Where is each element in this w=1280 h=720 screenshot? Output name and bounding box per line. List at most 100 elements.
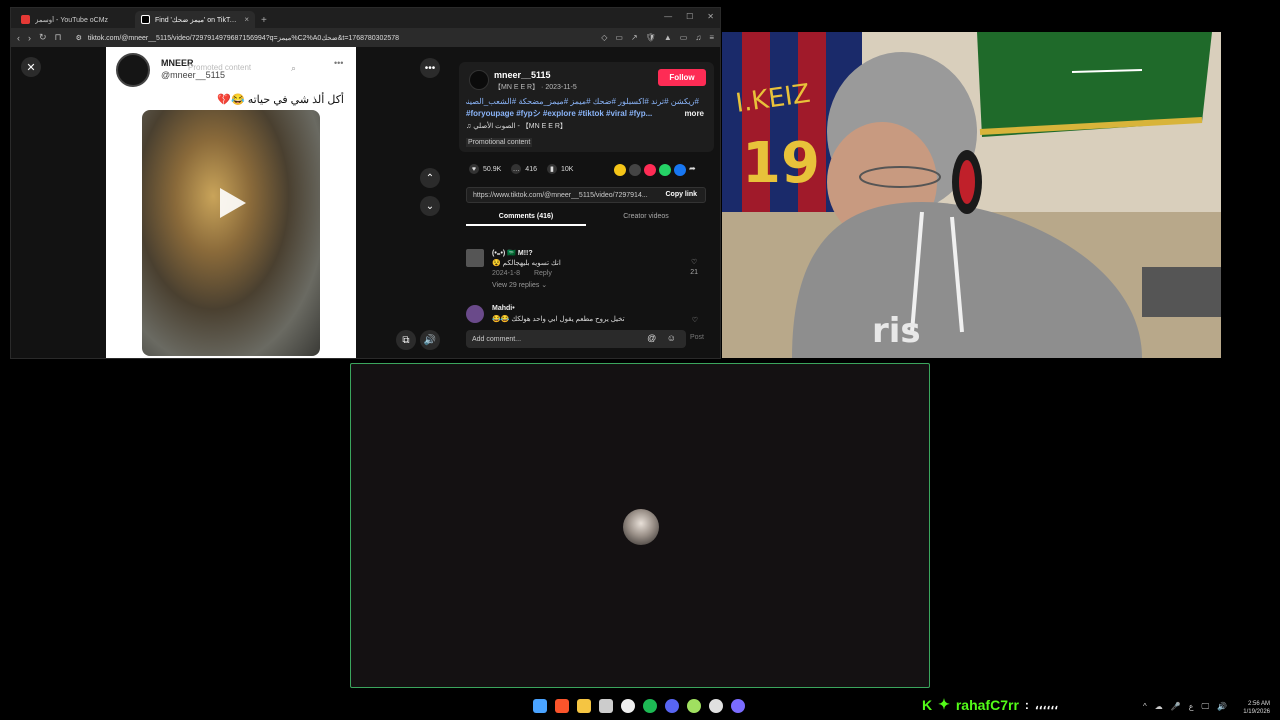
steam-icon[interactable] [621, 699, 635, 713]
volume-icon[interactable]: 🔊 [1217, 702, 1227, 712]
sidebar-icon[interactable]: ▭ [680, 33, 688, 42]
desktop: أوسمز - YouTube oCMz Find 'ميمز ضحك' on … [0, 0, 1280, 720]
tab-tiktok[interactable]: Find 'ميمز ضحك' on TikTok | Tik × [135, 11, 255, 28]
obs-icon[interactable] [709, 699, 723, 713]
site-info-icon[interactable]: ⚙ [76, 34, 82, 42]
minimize-button[interactable]: — [664, 12, 672, 21]
network-icon[interactable]: 🖵 [1202, 702, 1210, 712]
comment-placeholder: Add comment... [472, 335, 522, 343]
commenter-name[interactable]: (•₌•) 🇸🇦 M!!? [492, 249, 533, 257]
tiktok-page: ✕ MNEER Promoted content @mneer__5115 ⌕ … [11, 47, 720, 358]
rewards-icon[interactable]: ▲ [664, 33, 672, 42]
microphone-icon[interactable]: 🎤 [1171, 702, 1181, 712]
comment-like[interactable]: ♡ [692, 316, 698, 326]
address-bar[interactable]: ⚙ tiktok.com/@mneer__5115/video/72979149… [70, 30, 594, 45]
search-icon[interactable]: ⌕ [291, 63, 296, 74]
share-icon[interactable]: ↗ [631, 33, 638, 42]
calendar-icon[interactable] [599, 699, 613, 713]
comment-like[interactable]: ♡ 21 [690, 258, 698, 278]
reply-button[interactable]: Reply [534, 270, 552, 277]
view-replies-button[interactable]: View 29 replies ⌄ [492, 281, 547, 289]
follow-button[interactable]: Follow [658, 69, 706, 86]
volume-icon[interactable]: 🔊 [420, 330, 440, 350]
bookmark-icon[interactable]: ⊓ [55, 32, 62, 43]
hashtags-english[interactable]: #foryoupage #fypシ #explore #tiktok #vira… [466, 108, 652, 119]
next-video-button[interactable]: ⌄ [420, 196, 440, 216]
forward-icon[interactable]: ➦ [689, 164, 696, 176]
facebook-icon[interactable] [674, 164, 686, 176]
menu-icon[interactable]: ≡ [709, 33, 714, 42]
comment-text: 😂😂 تخيل يروح مطعم يقول ابي واحد هولكك [492, 316, 625, 323]
file-explorer-icon[interactable] [577, 699, 591, 713]
maximize-button[interactable]: ☐ [686, 12, 693, 21]
tab-title: Find 'ميمز ضحك' on TikTok | Tik [155, 16, 239, 24]
creator-avatar[interactable] [116, 53, 150, 87]
post-button[interactable]: Post [690, 334, 704, 341]
author-subline: 【MN E E R】 · 2023-11-5 [494, 84, 577, 91]
brave-icon[interactable] [555, 699, 569, 713]
video-player[interactable] [142, 110, 320, 356]
webcam-image: I.KEIZ 19 ris [722, 32, 1221, 358]
new-tab-button[interactable]: + [255, 15, 273, 28]
options-icon[interactable]: ••• [334, 58, 343, 68]
tab-comments[interactable]: Comments (416) [466, 210, 586, 226]
like-stat[interactable]: ♥ 50.9K [469, 164, 501, 174]
close-window-button[interactable]: ✕ [707, 12, 714, 21]
comment-item: Mahdi• 😂😂 تخيل يروح مطعم يقول ابي واحد ه… [466, 305, 706, 325]
xbox-icon[interactable] [687, 699, 701, 713]
tab-youtube[interactable]: أوسمز - YouTube oCMz [15, 11, 135, 28]
reload-button[interactable]: ↻ [39, 32, 47, 43]
forward-button[interactable]: › [28, 33, 31, 43]
engagement-stats: ♥ 50.9K … 416 ▮ 10K [469, 164, 573, 174]
share-buttons: ➦ [614, 164, 696, 176]
commenter-avatar[interactable] [466, 249, 484, 267]
screenshot-icon[interactable]: ▭ [615, 33, 623, 42]
cloud-icon[interactable]: ☁ [1155, 702, 1163, 712]
commenter-name[interactable]: Mahdi• [492, 305, 515, 312]
media-icon[interactable]: ♫ [695, 33, 701, 42]
video-link[interactable]: https://www.tiktok.com/@mneer__5115/vide… [473, 192, 648, 199]
pip-icon[interactable]: ⧉ [396, 330, 416, 350]
add-comment-input[interactable]: Add comment... @ ☺ [466, 330, 686, 348]
window-controls: — ☐ ✕ [664, 12, 714, 21]
shields-icon[interactable]: 🛡 [646, 33, 656, 42]
close-tab-icon[interactable]: × [244, 15, 249, 24]
send-icon[interactable] [644, 164, 656, 176]
svg-text:19: 19 [742, 131, 820, 196]
embed-icon[interactable] [629, 164, 641, 176]
browser-toolbar: ‹ › ↻ ⊓ ⚙ tiktok.com/@mneer__5115/video/… [11, 28, 720, 47]
start-icon[interactable] [533, 699, 547, 713]
participant-avatar[interactable] [623, 509, 659, 545]
more-options-button[interactable]: ••• [420, 58, 440, 78]
author-avatar[interactable] [469, 70, 489, 90]
back-button[interactable]: ‹ [17, 33, 20, 43]
mention-emoji-icons[interactable]: @ ☺ [647, 333, 680, 343]
music-link[interactable]: ♫ الصوت الأصلي - 【MN E E R】 [466, 121, 567, 131]
more-link[interactable]: more [684, 109, 704, 118]
language-icon[interactable]: ع [1189, 702, 1194, 712]
app-icon[interactable] [731, 699, 745, 713]
discord-icon[interactable] [665, 699, 679, 713]
video-card: MNEER Promoted content @mneer__5115 ⌕ ••… [106, 47, 356, 358]
whatsapp-icon[interactable] [659, 164, 671, 176]
tray-chevron-icon[interactable]: ^ [1143, 702, 1147, 712]
comment-stat[interactable]: … 416 [511, 164, 537, 174]
video-link-box: https://www.tiktok.com/@mneer__5115/vide… [466, 187, 706, 203]
play-icon[interactable] [220, 188, 246, 218]
comment-icon: … [511, 164, 522, 174]
hashtags-arabic[interactable]: #ريكشن #ترند #اكسبلور #ضحك #ميمز #ميمز_م… [466, 97, 699, 106]
tab-creator-videos[interactable]: Creator videos [586, 210, 706, 226]
clock-time: 2:56 AM [1247, 701, 1270, 707]
share-friends-icon[interactable] [614, 164, 626, 176]
taskbar: ^ ☁ 🎤 ع 🖵 🔊 2:56 AM 1/19/2026 [0, 694, 1280, 720]
reader-icon[interactable]: ◇ [601, 33, 607, 42]
copy-link-button[interactable]: Copy link [665, 191, 697, 198]
heart-outline-icon: ♡ [690, 259, 698, 266]
save-stat[interactable]: ▮ 10K [546, 164, 573, 174]
spotify-icon[interactable] [643, 699, 657, 713]
commenter-avatar[interactable] [466, 305, 484, 323]
previous-video-button[interactable]: ⌃ [420, 168, 440, 188]
author-username[interactable]: mneer__5115 [494, 70, 551, 80]
close-video-button[interactable]: ✕ [21, 57, 41, 77]
clock[interactable]: 2:56 AM 1/19/2026 [1243, 700, 1270, 716]
